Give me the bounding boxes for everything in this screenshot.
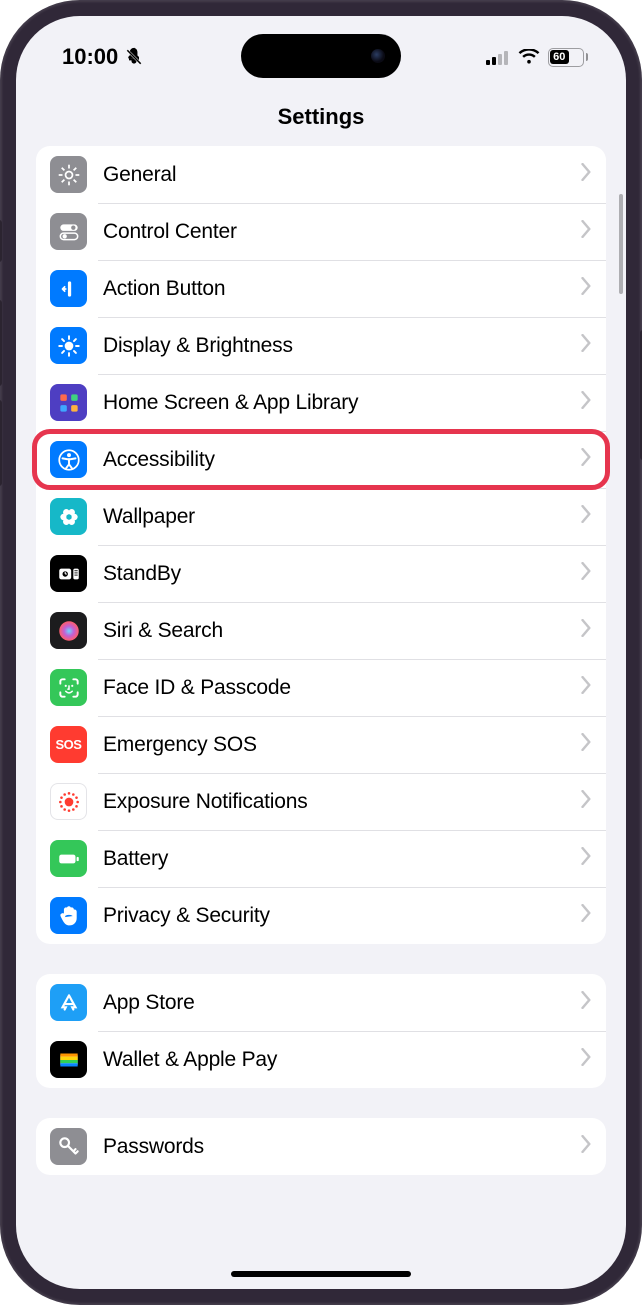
battery-percent: 60 [550,50,569,64]
switch-icon [50,213,87,250]
row-sos[interactable]: SOS Emergency SOS [36,716,606,773]
row-label: Accessibility [103,448,581,472]
row-label: App Store [103,991,581,1015]
silent-icon [124,47,144,67]
row-accessibility[interactable]: Accessibility [36,431,606,488]
row-label: Home Screen & App Library [103,391,581,415]
status-time: 10:00 [62,44,118,70]
chevron-right-icon [581,991,592,1014]
siri-icon [50,612,87,649]
side-button [0,220,2,262]
camera-dot [371,49,385,63]
row-action-button[interactable]: Action Button [36,260,606,317]
row-exposure[interactable]: Exposure Notifications [36,773,606,830]
row-label: Siri & Search [103,619,581,643]
row-label: Wallpaper [103,505,581,529]
battery-icon [50,840,87,877]
chevron-right-icon [581,904,592,927]
chevron-right-icon [581,676,592,699]
row-label: Exposure Notifications [103,790,581,814]
row-wallpaper[interactable]: Wallpaper [36,488,606,545]
row-home-screen[interactable]: Home Screen & App Library [36,374,606,431]
wifi-icon [518,49,540,65]
settings-group: App Store Wallet & Apple Pay [36,974,606,1088]
action-icon [50,270,87,307]
row-label: Battery [103,847,581,871]
chevron-right-icon [581,790,592,813]
chevron-right-icon [581,1048,592,1071]
chevron-right-icon [581,619,592,642]
exposure-icon [50,783,87,820]
row-label: Passwords [103,1135,581,1159]
row-label: Action Button [103,277,581,301]
page-title: Settings [16,80,626,146]
row-label: Wallet & Apple Pay [103,1048,581,1072]
chevron-right-icon [581,163,592,186]
settings-group: Passwords [36,1118,606,1175]
chevron-right-icon [581,1135,592,1158]
gear-icon [50,156,87,193]
flower-icon [50,498,87,535]
chevron-right-icon [581,277,592,300]
appstore-icon [50,984,87,1021]
row-app-store[interactable]: App Store [36,974,606,1031]
row-faceid[interactable]: Face ID & Passcode [36,659,606,716]
battery-indicator: 60 [548,48,589,67]
chevron-right-icon [581,220,592,243]
row-standby[interactable]: StandBy [36,545,606,602]
cellular-icon [486,50,510,65]
screen: 10:00 60 Settings General Control Center A… [16,16,626,1289]
home-indicator[interactable] [231,1271,411,1277]
faceid-icon [50,669,87,706]
row-label: Control Center [103,220,581,244]
row-control-center[interactable]: Control Center [36,203,606,260]
key-icon [50,1128,87,1165]
row-wallet[interactable]: Wallet & Apple Pay [36,1031,606,1088]
row-display[interactable]: Display & Brightness [36,317,606,374]
sos-icon: SOS [50,726,87,763]
settings-list[interactable]: General Control Center Action Button Displa… [16,146,626,1289]
scroll-indicator[interactable] [619,194,623,294]
chevron-right-icon [581,505,592,528]
row-label: General [103,163,581,187]
wallet-icon [50,1041,87,1078]
row-label: Emergency SOS [103,733,581,757]
chevron-right-icon [581,733,592,756]
brightness-icon [50,327,87,364]
row-privacy[interactable]: Privacy & Security [36,887,606,944]
accessibility-icon [50,441,87,478]
volume-down [0,400,2,486]
standby-icon [50,555,87,592]
hand-icon [50,897,87,934]
chevron-right-icon [581,391,592,414]
chevron-right-icon [581,334,592,357]
dynamic-island [241,34,401,78]
row-general[interactable]: General [36,146,606,203]
chevron-right-icon [581,847,592,870]
settings-group: General Control Center Action Button Displa… [36,146,606,944]
row-label: Privacy & Security [103,904,581,928]
row-label: StandBy [103,562,581,586]
phone-frame: 10:00 60 Settings General Control Center A… [0,0,642,1305]
row-battery[interactable]: Battery [36,830,606,887]
grid-icon [50,384,87,421]
chevron-right-icon [581,448,592,471]
chevron-right-icon [581,562,592,585]
volume-up [0,300,2,386]
row-passwords[interactable]: Passwords [36,1118,606,1175]
row-label: Face ID & Passcode [103,676,581,700]
row-siri[interactable]: Siri & Search [36,602,606,659]
row-label: Display & Brightness [103,334,581,358]
